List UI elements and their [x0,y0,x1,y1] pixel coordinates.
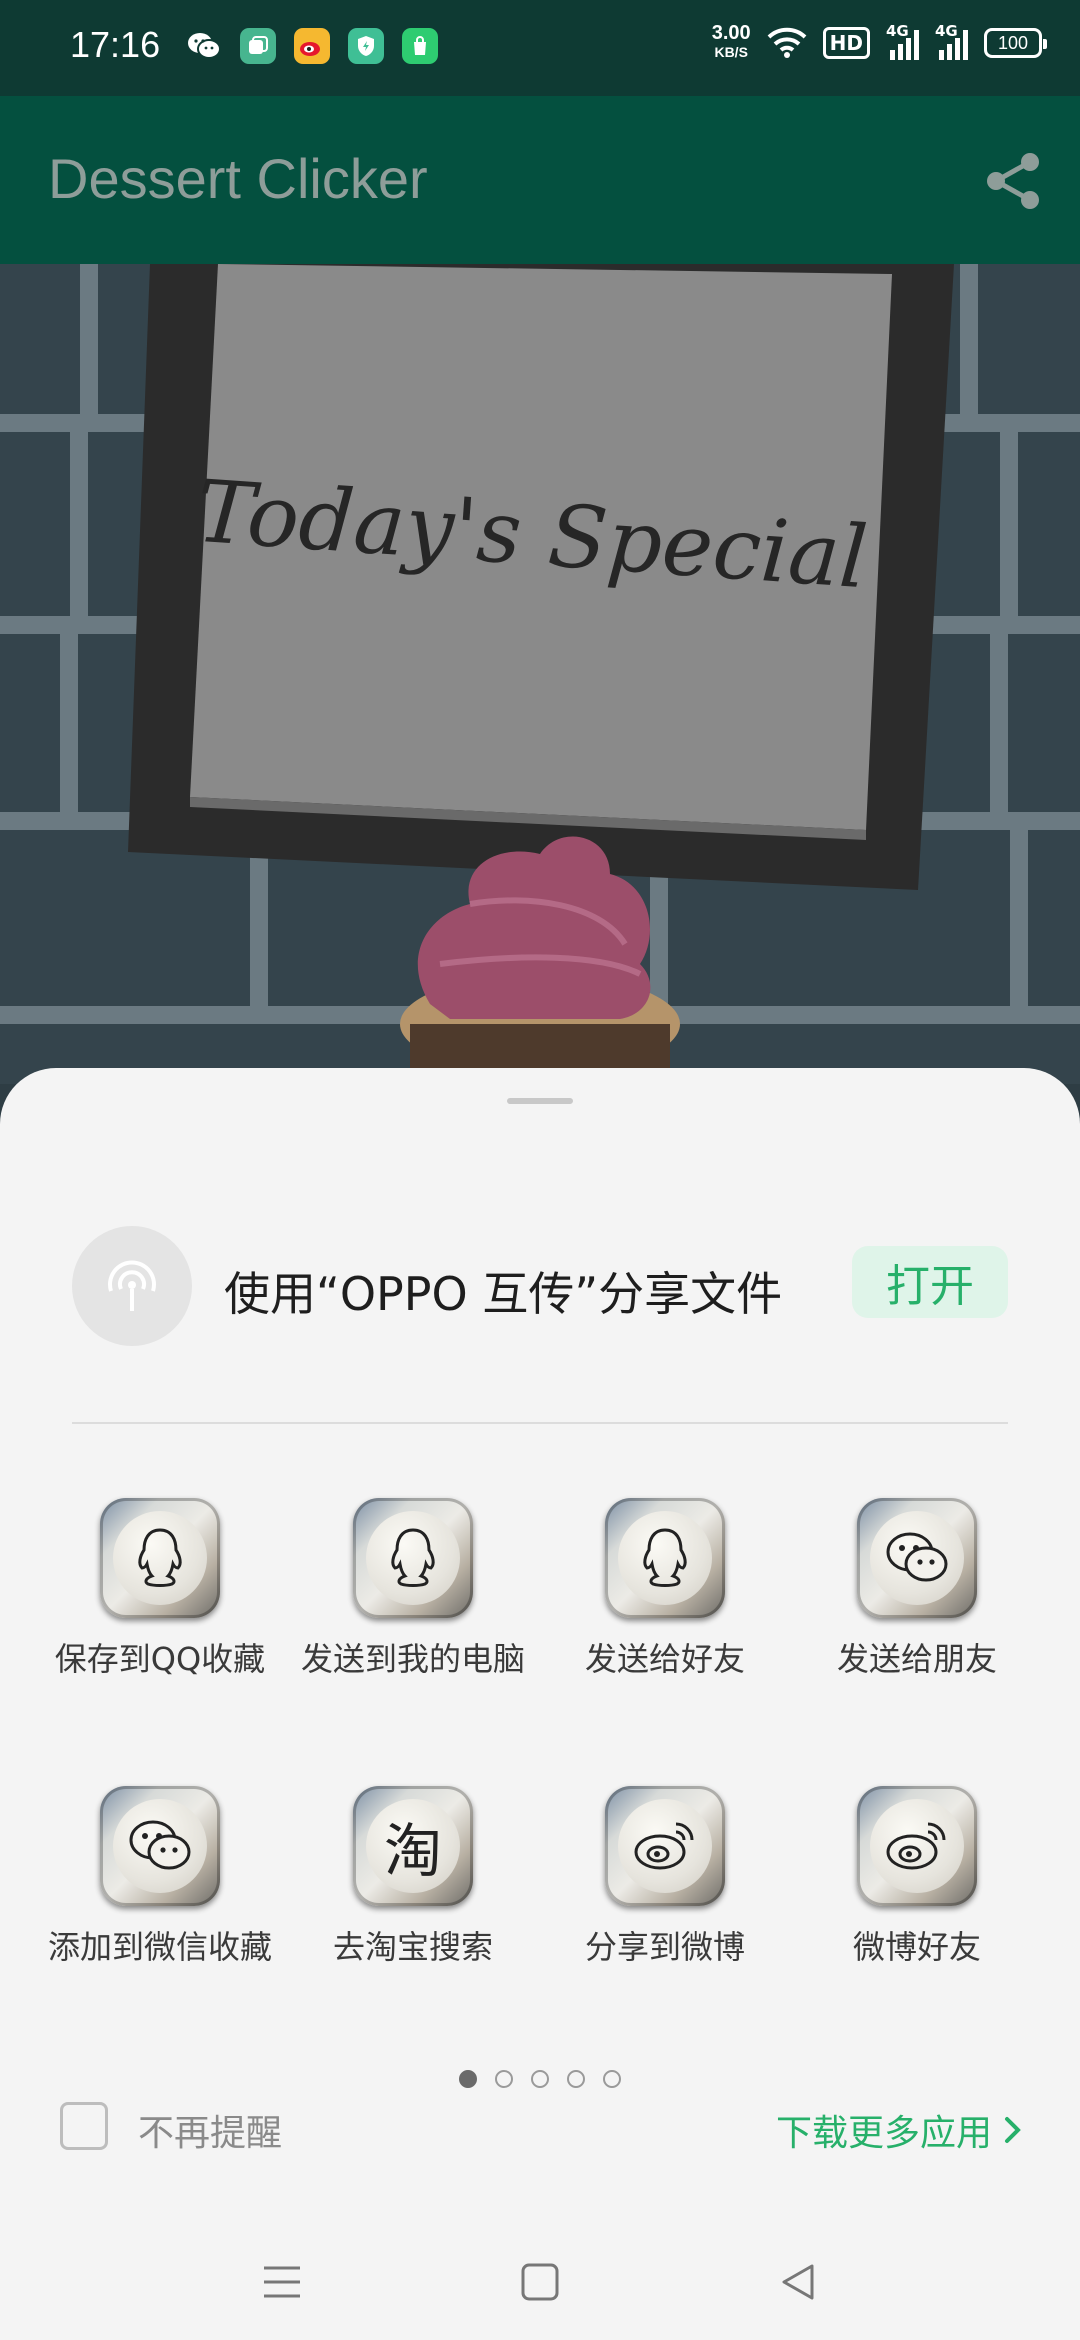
wifi-icon [767,27,807,58]
share-item-label: 分享到微博 [584,1928,745,1966]
dont-remind-checkbox[interactable] [60,2102,108,2150]
oppo-share-icon [72,1226,192,1346]
share-item-label: 微博好友 [852,1928,981,1966]
weibo-notification-icon [294,28,330,64]
share-item-qq-friend[interactable]: 发送给好友 [539,1498,791,1682]
network-speed: 3.00 KB/S [711,22,751,62]
network-speed-unit: KB/S [714,44,748,60]
divider [72,1422,1008,1424]
weibo-icon [605,1786,725,1906]
home-square-icon [521,2263,559,2301]
qq-icon [353,1498,473,1618]
app-title: Dessert Clicker [48,147,428,210]
sim2-network-type: 4G [935,22,958,40]
share-item-send-to-my-pc[interactable]: 发送到我的电脑 [287,1498,539,1682]
battery-icon: 100 [984,28,1047,58]
dont-remind-label[interactable]: 不再提醒 [138,2104,282,2156]
home-button[interactable] [510,2252,570,2312]
page-dot[interactable] [567,2070,585,2088]
share-item-weibo[interactable]: 分享到微博 [539,1786,791,1970]
back-triangle-icon [782,2264,814,2300]
network-speed-value: 3.00 [711,22,751,44]
taobao-glyph: 淘 [383,1817,442,1885]
oppo-open-button[interactable]: 打开 [852,1246,1008,1318]
dessert-background: Today's Special [0,264,1080,1084]
wechat-icon [857,1498,977,1618]
taobao-icon: 淘 [353,1786,473,1906]
status-notification-icons [186,28,438,64]
share-item-qq-favorites[interactable]: 保存到QQ收藏 [34,1498,286,1682]
menu-icon [264,2266,300,2298]
page-dot-active[interactable] [459,2070,477,2088]
share-item-label: 去淘宝搜索 [332,1928,493,1966]
share-item-label: 保存到QQ收藏 [54,1640,266,1678]
status-system-icons: 3.00 KB/S HD 4G 4G 100 [711,22,1047,62]
qq-icon [605,1498,725,1618]
page-indicator [0,2070,1080,2088]
share-item-label: 发送给好友 [584,1640,745,1678]
share-item-label: 发送到我的电脑 [300,1640,525,1678]
sheet-drag-handle[interactable] [507,1098,573,1104]
wechat-icon [100,1786,220,1906]
share-item-wechat-friend[interactable]: 发送给朋友 [791,1498,1043,1682]
app-toolbar: Dessert Clicker [0,96,1080,264]
wechat-notification-icon [186,28,222,64]
app-store-notification-icon [402,28,438,64]
share-button[interactable] [978,146,1048,216]
qq-icon [100,1498,220,1618]
page-dot[interactable] [603,2070,621,2088]
weibo-icon [857,1786,977,1906]
oppo-share-row: 使用“OPPO 互传”分享文件 打开 [72,1226,1008,1346]
oppo-share-text: 使用“OPPO 互传”分享文件 [224,1267,783,1321]
sim1-network-type: 4G [886,22,909,40]
gallery-notification-icon [240,28,276,64]
download-more-apps-link[interactable]: 下载更多应用 [776,2104,1024,2156]
status-bar: 17:16 3.00 KB/S HD 4G 4G 100 [0,0,1080,96]
share-item-weibo-friend[interactable]: 微博好友 [791,1786,1043,1970]
page-dot[interactable] [531,2070,549,2088]
hd-voice-badge: HD [822,27,870,59]
back-button[interactable] [768,2252,828,2312]
share-item-wechat-favorites[interactable]: 添加到微信收藏 [34,1786,286,1970]
page-dot[interactable] [495,2070,513,2088]
share-item-label: 发送给朋友 [836,1640,997,1678]
share-bottom-sheet: 使用“OPPO 互传”分享文件 打开 保存到QQ收藏 发送到我的电脑 发送给好友 [0,1068,1080,2340]
status-time: 17:16 [70,24,161,65]
sim1-signal-icon: 4G [886,22,919,60]
download-more-apps-label: 下载更多应用 [775,2113,992,2154]
share-item-taobao-search[interactable]: 淘 去淘宝搜索 [287,1786,539,1970]
system-navigation-bar [0,2238,1080,2340]
share-item-label: 添加到微信收藏 [47,1928,272,1966]
security-notification-icon [348,28,384,64]
share-icon [987,153,1039,209]
sim2-signal-icon: 4G [935,22,968,60]
recents-button[interactable] [252,2252,312,2312]
chevron-right-icon [1005,2117,1021,2143]
